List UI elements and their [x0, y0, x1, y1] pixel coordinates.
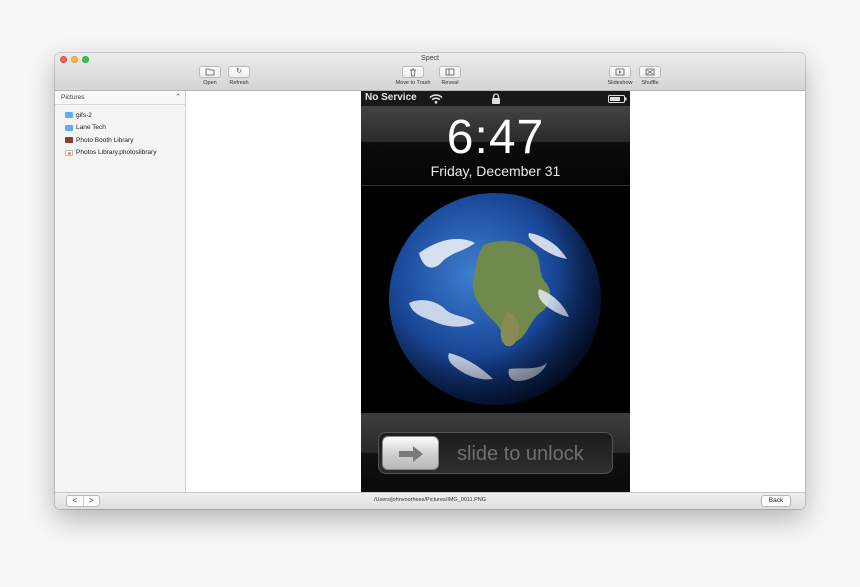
carrier-text: No Service — [365, 92, 417, 103]
slide-to-unlock-text: slide to unlock — [457, 443, 584, 465]
sidebar-item-label: Lane Tech — [76, 124, 106, 132]
unlock-slider-track: slide to unlock — [378, 432, 613, 474]
unlock-slider-knob — [382, 436, 439, 470]
shuffle-button[interactable]: Shuffle — [630, 66, 670, 86]
lock-icon — [492, 93, 500, 104]
refresh-icon: ↻ — [228, 66, 250, 78]
image-viewer: No Service 6:47 Friday, December 31 slid… — [186, 91, 805, 492]
battery-icon — [608, 95, 627, 103]
folder-icon — [65, 112, 73, 119]
reveal-label: Reveal — [441, 80, 459, 86]
bottom-bar: < > /Users/johnvoorhees/Pictures/IMG_001… — [55, 492, 805, 509]
photo-booth-icon — [65, 137, 73, 144]
folder-open-icon — [199, 66, 221, 78]
window-title: Spect — [421, 55, 439, 62]
lockscreen-clock: 6:47 Friday, December 31 — [361, 106, 630, 186]
reveal-icon — [439, 66, 461, 78]
clock-time: 6:47 — [446, 111, 545, 164]
chevron-updown-icon: ⌃ — [175, 94, 181, 101]
earth-globe-image — [389, 193, 601, 405]
refresh-button[interactable]: ↻ Refresh — [219, 66, 259, 86]
sidebar-item-photo-booth-library[interactable]: Photo Booth Library — [55, 134, 185, 147]
move-to-trash-label: Move to Trash — [395, 80, 431, 86]
app-window: Spect Open ↻ Refresh Move to Trash Revea… — [55, 53, 805, 509]
location-selector[interactable]: Pictures ⌃ — [55, 91, 185, 105]
move-to-trash-button[interactable]: Move to Trash — [393, 66, 433, 86]
unlock-bar: slide to unlock — [361, 413, 630, 492]
trash-icon — [402, 66, 424, 78]
sidebar: Pictures ⌃ gifs-2 Lane Tech Photo Booth … — [55, 91, 186, 492]
shuffle-label: Shuffle — [641, 80, 659, 86]
file-path: /Users/johnvoorhees/Pictures/IMG_0011.PN… — [373, 497, 487, 503]
sidebar-item-lane-tech[interactable]: Lane Tech — [55, 122, 185, 135]
earth-wallpaper — [361, 187, 630, 413]
shuffle-icon — [639, 66, 661, 78]
folder-icon — [65, 124, 73, 131]
clock-date: Friday, December 31 — [430, 163, 561, 179]
refresh-label: Refresh — [229, 80, 249, 86]
arrow-right-icon — [399, 446, 423, 462]
sidebar-item-label: Photo Booth Library — [76, 136, 134, 144]
status-bar: No Service — [361, 91, 630, 106]
reveal-button[interactable]: Reveal — [430, 66, 470, 86]
play-icon — [609, 66, 631, 78]
sidebar-item-label: gifs-2 — [76, 111, 92, 119]
sidebar-item-label: Photos Library.photoslibrary — [76, 149, 157, 157]
photos-icon — [65, 149, 73, 156]
sidebar-item-photos-library[interactable]: Photos Library.photoslibrary — [55, 147, 185, 160]
back-button[interactable]: Back — [761, 495, 791, 507]
location-label: Pictures — [61, 94, 85, 101]
wifi-icon — [429, 94, 443, 104]
titlebar: Spect Open ↻ Refresh Move to Trash Revea… — [55, 53, 805, 91]
displayed-image: No Service 6:47 Friday, December 31 slid… — [361, 91, 630, 492]
sidebar-item-gifs-2[interactable]: gifs-2 — [55, 109, 185, 122]
